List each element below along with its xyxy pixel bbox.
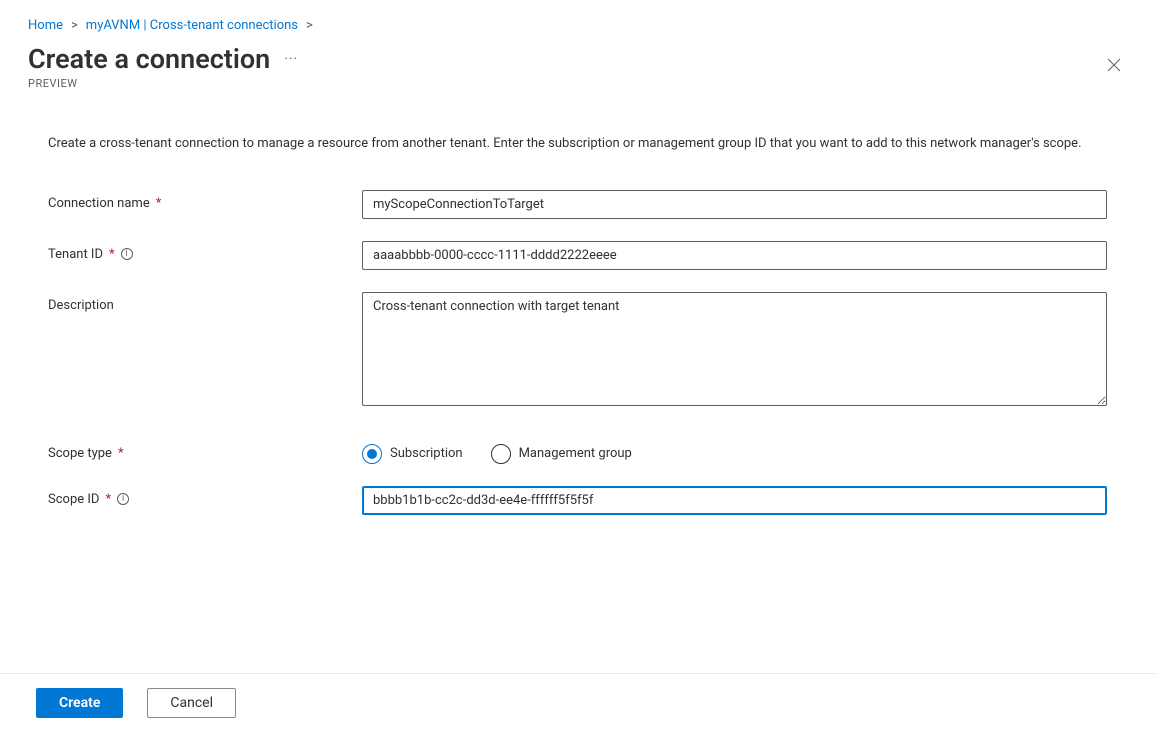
radio-subscription[interactable]: Subscription xyxy=(362,444,463,464)
description-row: Description Cross-tenant connection with… xyxy=(48,292,1109,410)
required-indicator: * xyxy=(156,196,162,211)
required-indicator: * xyxy=(109,247,115,262)
form-content: Create a cross-tenant connection to mana… xyxy=(0,96,1157,557)
info-icon[interactable]: i xyxy=(117,493,129,505)
breadcrumb: Home > myAVNM | Cross-tenant connections… xyxy=(0,0,1157,43)
radio-subscription-label: Subscription xyxy=(390,446,463,461)
intro-text: Create a cross-tenant connection to mana… xyxy=(48,134,1098,154)
scope-type-label: Scope type * xyxy=(48,440,362,461)
connection-name-row: Connection name * xyxy=(48,190,1109,219)
radio-management-group-label: Management group xyxy=(519,446,632,461)
breadcrumb-home[interactable]: Home xyxy=(28,18,63,33)
page-title: Create a connection xyxy=(28,43,270,75)
radio-management-group[interactable]: Management group xyxy=(491,444,632,464)
connection-name-label: Connection name * xyxy=(48,190,362,211)
breadcrumb-parent[interactable]: myAVNM | Cross-tenant connections xyxy=(86,18,298,33)
close-icon[interactable] xyxy=(1099,49,1129,84)
scope-id-label: Scope ID * i xyxy=(48,486,362,507)
chevron-right-icon: > xyxy=(71,18,78,33)
required-indicator: * xyxy=(105,492,111,507)
connection-name-input[interactable] xyxy=(362,190,1107,219)
required-indicator: * xyxy=(118,446,124,461)
more-icon[interactable]: ··· xyxy=(284,51,298,67)
tenant-id-input[interactable] xyxy=(362,241,1107,270)
radio-circle-selected-icon xyxy=(362,444,382,464)
tenant-id-label: Tenant ID * i xyxy=(48,241,362,262)
info-icon[interactable]: i xyxy=(121,248,133,260)
tenant-id-row: Tenant ID * i xyxy=(48,241,1109,270)
scope-id-input[interactable] xyxy=(362,486,1107,515)
description-input[interactable]: Cross-tenant connection with target tena… xyxy=(362,292,1107,406)
page-header: Create a connection ··· PREVIEW xyxy=(0,43,1157,96)
scope-id-row: Scope ID * i xyxy=(48,486,1109,515)
scope-type-radio-group: Subscription Management group xyxy=(362,440,1107,464)
chevron-right-icon: > xyxy=(306,18,313,33)
preview-badge: PREVIEW xyxy=(28,77,298,90)
cancel-button[interactable]: Cancel xyxy=(147,688,236,718)
description-label: Description xyxy=(48,292,362,313)
scope-type-row: Scope type * Subscription Management gro… xyxy=(48,440,1109,464)
footer-actions: Create Cancel xyxy=(0,673,1157,742)
radio-circle-icon xyxy=(491,444,511,464)
create-button[interactable]: Create xyxy=(36,688,123,718)
